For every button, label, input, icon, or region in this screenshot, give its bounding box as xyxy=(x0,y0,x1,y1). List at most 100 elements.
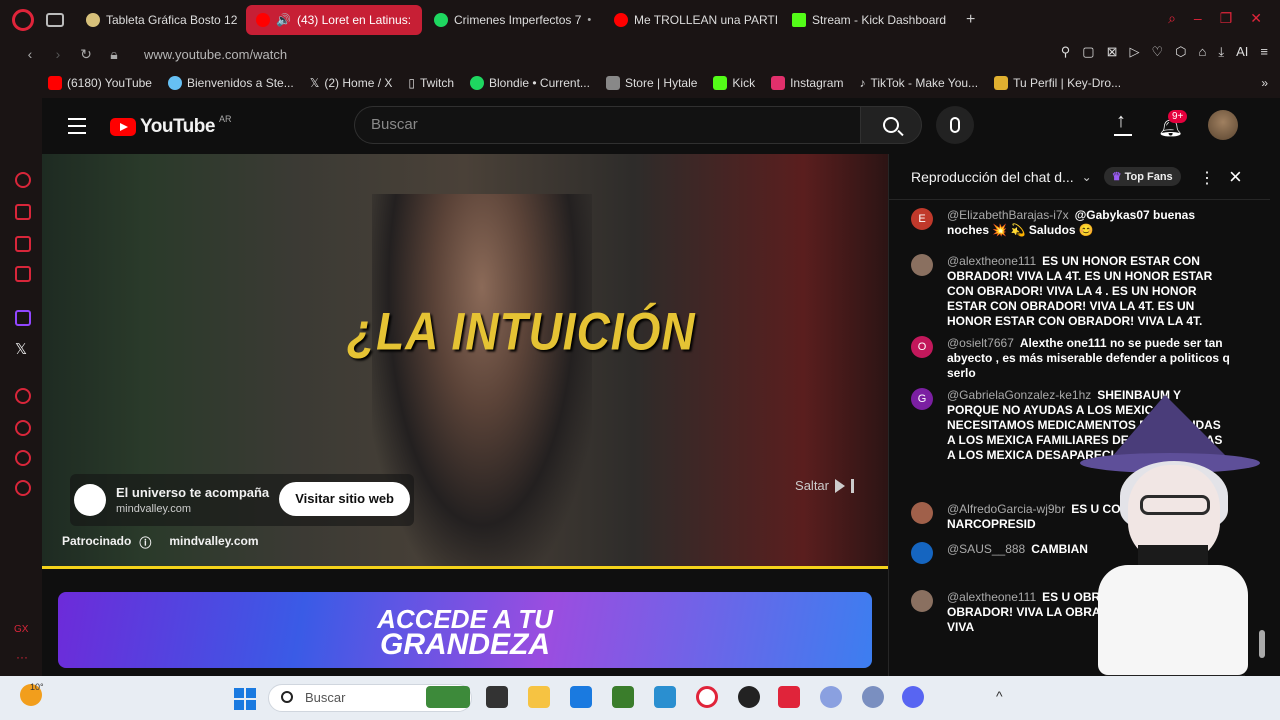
banner-ad[interactable]: ACCEDE A TU GRANDEZA xyxy=(58,592,872,668)
taskbar-settings-icon[interactable] xyxy=(862,686,884,708)
taskbar-discord-icon[interactable] xyxy=(902,686,924,708)
chat-avatar[interactable] xyxy=(911,590,933,612)
sidebar-chat-icon[interactable] xyxy=(15,236,31,252)
taskbar-app-icon[interactable] xyxy=(820,686,842,708)
browser-tab[interactable]: Me TROLLEAN una PARTI xyxy=(604,5,780,35)
chat-avatar[interactable] xyxy=(911,502,933,524)
extensions-icon[interactable]: ⬡ xyxy=(1175,44,1186,60)
menu-icon[interactable]: ≡ xyxy=(1260,44,1268,60)
system-tray-chevron-icon[interactable]: ^ xyxy=(996,688,1003,704)
bookmark-instagram[interactable]: Instagram xyxy=(771,76,843,90)
browser-tab[interactable]: Tableta Gráfica Bosto 12 xyxy=(76,5,244,35)
voice-search-button[interactable] xyxy=(936,106,974,144)
taskbar-forest-icon[interactable] xyxy=(426,686,470,708)
chevron-down-icon[interactable]: ⌄ xyxy=(1082,170,1092,184)
taskbar-taskview-icon[interactable] xyxy=(486,686,508,708)
chat-avatar[interactable]: E xyxy=(911,208,933,230)
close-window-icon[interactable]: ✕ xyxy=(1250,10,1262,27)
browser-tab[interactable]: Stream - Kick Dashboard xyxy=(782,5,958,35)
youtube-logo[interactable]: YouTube AR xyxy=(110,114,231,138)
snapshot-icon[interactable]: ▢ xyxy=(1082,44,1094,60)
bookmark-tiktok[interactable]: ♪ TikTok - Make You... xyxy=(859,76,978,90)
sidebar-history-icon[interactable] xyxy=(15,420,31,436)
minimize-icon[interactable]: – xyxy=(1194,10,1202,27)
heart-icon[interactable]: ♡ xyxy=(1151,44,1163,60)
windows-start-icon[interactable] xyxy=(234,688,256,710)
browser-tab[interactable]: Crimenes Imperfectos 7 • xyxy=(424,5,602,35)
chat-avatar[interactable]: G xyxy=(911,388,933,410)
taskbar-minecraft-icon[interactable] xyxy=(612,686,634,708)
video-player[interactable]: ¿LA INTUICIÓN El universo te acompaña mi… xyxy=(42,154,888,568)
advertiser-logo[interactable] xyxy=(74,484,106,516)
sponsored-domain-link[interactable]: mindvalley.com xyxy=(169,534,258,551)
sidebar-more-icon[interactable]: ··· xyxy=(16,650,28,664)
chat-author[interactable]: @osielt7667 xyxy=(947,336,1014,350)
top-fans-button[interactable]: ♛ Top Fans xyxy=(1103,167,1181,186)
browser-tab-active[interactable]: 🔊 (43) Loret en Latinus: xyxy=(246,5,422,35)
sidebar-x-icon[interactable]: 𝕏 xyxy=(15,340,27,358)
play-icon[interactable]: ▷ xyxy=(1129,44,1139,60)
sidebar-shop-icon[interactable] xyxy=(15,204,31,220)
search-input[interactable]: Buscar xyxy=(354,106,860,144)
ad-progress-bar[interactable] xyxy=(42,566,888,569)
bookmark-steam[interactable]: Bienvenidos a Ste... xyxy=(167,76,294,90)
bookmark-hytale[interactable]: Store | Hytale xyxy=(605,76,697,90)
bookmark-youtube[interactable]: (6180) YouTube xyxy=(48,76,152,90)
download-icon[interactable]: ⤓ xyxy=(1218,44,1224,60)
chat-avatar[interactable] xyxy=(911,254,933,276)
bookmark-x[interactable]: 𝕏 (2) Home / X xyxy=(310,76,393,90)
opera-logo-icon[interactable] xyxy=(12,9,34,31)
wallet-icon[interactable]: ⌂ xyxy=(1199,44,1207,60)
bookmarks-more-icon[interactable]: » xyxy=(1261,76,1268,90)
chat-scrollbar[interactable] xyxy=(1259,200,1265,670)
tab-overview-icon[interactable] xyxy=(46,13,64,27)
taskbar-photos-icon[interactable] xyxy=(654,686,676,708)
sidebar-player-icon[interactable] xyxy=(15,388,31,404)
sidebar-m-icon[interactable] xyxy=(15,266,31,282)
chat-avatar[interactable]: O xyxy=(911,336,933,358)
bookmark-kick[interactable]: Kick xyxy=(713,76,755,90)
sidebar-settings-icon[interactable] xyxy=(15,480,31,496)
visit-site-button[interactable]: Visitar sitio web xyxy=(279,482,410,516)
taskbar-obs-icon[interactable] xyxy=(738,686,760,708)
taskbar-tiktok-icon[interactable] xyxy=(778,686,800,708)
url-field[interactable]: www.youtube.com/watch xyxy=(144,47,287,62)
close-icon[interactable]: × xyxy=(1229,164,1242,190)
sidebar-gx-icon[interactable]: GX xyxy=(14,624,28,635)
bookmark-keydrop[interactable]: Tu Perfil | Key-Dro... xyxy=(994,76,1121,90)
create-upload-icon[interactable] xyxy=(1114,110,1132,136)
more-options-icon[interactable]: ⋮ xyxy=(1199,168,1215,188)
taskbar-folder-icon[interactable] xyxy=(528,686,550,708)
taskbar-opera-gx-icon[interactable] xyxy=(696,686,718,708)
chat-author[interactable]: @alextheone111 xyxy=(947,254,1036,268)
search-tabs-icon[interactable]: ⌕ xyxy=(1168,10,1176,27)
sidebar-twitch-icon[interactable] xyxy=(15,310,31,326)
pin-icon[interactable]: ⚲ xyxy=(1061,44,1071,60)
speaker-icon[interactable]: 🔊 xyxy=(276,13,291,27)
search-button[interactable] xyxy=(860,106,922,144)
scrollbar-thumb[interactable] xyxy=(1259,630,1265,658)
chat-avatar[interactable] xyxy=(911,542,933,564)
chat-author[interactable]: @ElizabethBarajas-i7x xyxy=(947,208,1069,222)
chat-title[interactable]: Reproducción del chat d... xyxy=(911,169,1074,185)
sidebar-refresh-icon[interactable] xyxy=(15,172,31,188)
ai-button[interactable]: AI xyxy=(1236,44,1248,60)
chat-author[interactable]: @alextheone111 xyxy=(947,590,1036,604)
taskbar-store-icon[interactable] xyxy=(570,686,592,708)
new-tab-icon[interactable]: + xyxy=(966,11,975,29)
account-avatar[interactable] xyxy=(1208,110,1238,140)
info-icon[interactable]: ⓘ xyxy=(139,534,151,551)
maximize-icon[interactable]: ❐ xyxy=(1220,10,1233,27)
chat-author[interactable]: @AlfredoGarcia-wj9br xyxy=(947,502,1065,516)
chat-author[interactable]: @GabrielaGonzalez-ke1hz xyxy=(947,388,1091,402)
reload-icon[interactable]: ↻ xyxy=(74,46,98,63)
skip-ad-button[interactable]: Saltar xyxy=(795,478,854,493)
bookmark-spotify[interactable]: Blondie • Current... xyxy=(470,76,590,90)
back-icon[interactable]: ‹ xyxy=(18,46,42,62)
hamburger-menu-icon[interactable] xyxy=(68,118,86,139)
bookmark-twitch[interactable]: ▯ Twitch xyxy=(408,76,454,90)
chat-author[interactable]: @SAUS__888 xyxy=(947,542,1025,556)
adblock-icon[interactable]: ⊠ xyxy=(1107,44,1118,60)
sidebar-extensions-icon[interactable] xyxy=(15,450,31,466)
forward-icon[interactable]: › xyxy=(46,46,70,62)
